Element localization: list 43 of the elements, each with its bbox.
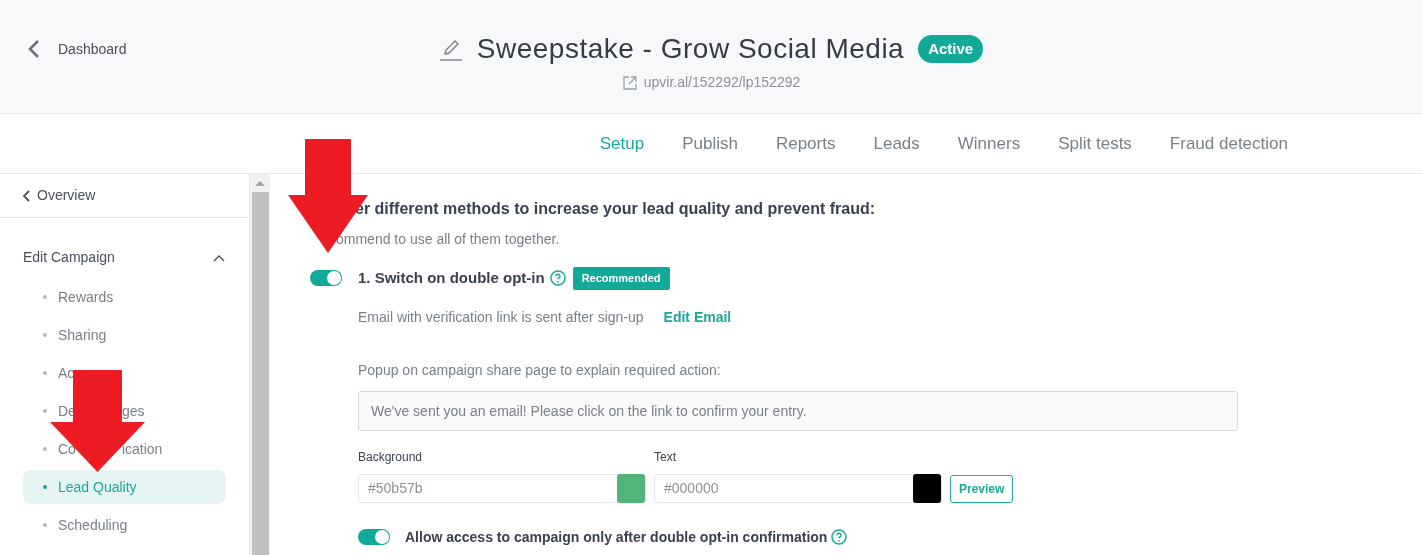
nav-tab[interactable]: Winners bbox=[957, 130, 1021, 157]
external-link-icon bbox=[621, 74, 638, 91]
nav-tab[interactable]: Setup bbox=[599, 130, 645, 157]
chevron-up-icon bbox=[213, 253, 225, 262]
toggle-switch[interactable] bbox=[358, 529, 390, 545]
section-header[interactable]: Edit Campaign bbox=[0, 247, 249, 268]
color-swatch[interactable] bbox=[913, 473, 941, 503]
sidebar-item[interactable]: Rewards bbox=[23, 280, 226, 314]
popup-message-field[interactable]: We've sent you an email! Please click on the link to confirm your entry. bbox=[358, 390, 1238, 431]
color-field[interactable]: #50b57b bbox=[358, 473, 646, 503]
scrollbar[interactable] bbox=[250, 174, 270, 555]
recommended-badge: Recommended bbox=[572, 267, 670, 290]
sidebar-item[interactable]: Sharing bbox=[23, 318, 226, 352]
toggle-switch[interactable] bbox=[310, 270, 342, 287]
chevron-left-icon bbox=[26, 38, 42, 60]
nav-tab[interactable]: Leads bbox=[873, 130, 920, 157]
field-label: Text bbox=[654, 448, 677, 466]
back-link[interactable]: Dashboard bbox=[26, 38, 127, 60]
field-label: Popup on campaign share page to explain required action: bbox=[358, 360, 722, 380]
nav-tab[interactable]: Fraud detection bbox=[1169, 130, 1288, 157]
help-icon bbox=[831, 529, 848, 545]
campaign-url-link[interactable]: upvir.al/152292/lp152292 bbox=[643, 72, 801, 93]
sidebar-item[interactable]: Scheduling bbox=[23, 508, 226, 542]
nav-tab[interactable]: Split tests bbox=[1058, 130, 1132, 157]
preview-button[interactable]: Preview bbox=[950, 474, 1014, 503]
nav-tab[interactable]: Publish bbox=[682, 130, 738, 157]
option-label: 1. Switch on double opt-in bbox=[358, 268, 545, 288]
help-icon bbox=[549, 270, 566, 287]
overview-link[interactable]: Overview bbox=[22, 185, 96, 206]
option-label: Allow access to campaign only after double opt-in confirmation bbox=[405, 527, 828, 547]
status-badge: Active bbox=[918, 34, 984, 64]
sidebar-item[interactable]: Co ication bbox=[23, 432, 226, 466]
hint-text: ommend to use all of them together. bbox=[336, 230, 561, 249]
campaign-title: Sweepstake - Grow Social Media bbox=[476, 32, 905, 66]
sidebar-item[interactable]: Ac bbox=[23, 356, 226, 390]
sidebar-item[interactable]: Lead Quality bbox=[23, 470, 226, 504]
chevron-left-icon bbox=[22, 189, 31, 202]
edit-email-link[interactable]: Edit Email bbox=[663, 306, 732, 328]
field-label: Background bbox=[358, 448, 424, 466]
color-swatch[interactable] bbox=[617, 473, 645, 503]
nav-tab[interactable]: Reports bbox=[775, 130, 836, 157]
description-text: Email with verification link is sent after sign-up bbox=[358, 307, 644, 327]
color-field[interactable]: #000000 bbox=[654, 473, 942, 503]
